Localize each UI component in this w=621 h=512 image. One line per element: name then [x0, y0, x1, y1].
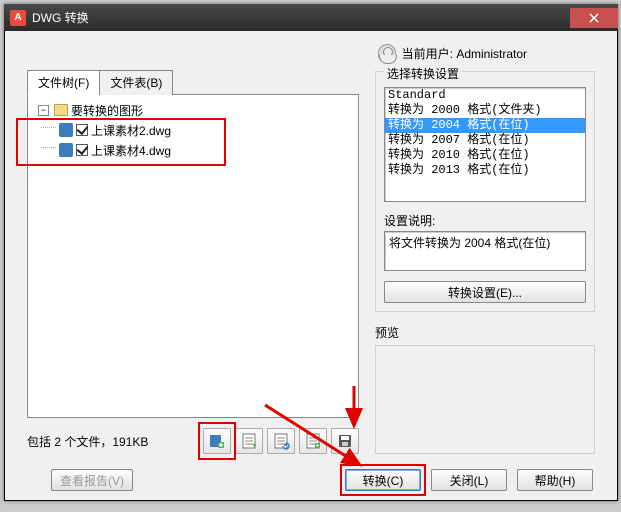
window-controls — [570, 8, 618, 28]
folder-icon — [54, 104, 68, 116]
current-user-label: 当前用户: Administrator — [402, 45, 527, 62]
close-button[interactable]: 关闭(L) — [431, 469, 507, 491]
right-pane: 选择转换设置 Standard 转换为 2000 格式(文件夹) 转换为 200… — [375, 69, 595, 454]
view-report-button[interactable]: 查看报告(V) — [51, 469, 133, 491]
status-text: 包括 2 个文件，191KB — [27, 433, 199, 454]
tree-root-row[interactable]: − 要转换的图形 — [31, 100, 355, 120]
tree-file-row[interactable]: 上课素材4.dwg — [31, 140, 355, 160]
dialog-body: 当前用户: Administrator 文件树(F) 文件表(B) − 要转换的… — [4, 31, 618, 501]
footer-buttons: 查看报告(V) 转换(C) 关闭(L) 帮助(H) — [5, 460, 617, 500]
list-item-selected[interactable]: 转换为 2004 格式(在位) — [385, 118, 585, 133]
tab-file-tree[interactable]: 文件树(F) — [27, 70, 100, 95]
content-area: 文件树(F) 文件表(B) − 要转换的图形 上课素材2.dwg — [5, 69, 617, 460]
list-item[interactable]: 转换为 2010 格式(在位) — [385, 148, 585, 163]
preview-area — [375, 345, 595, 454]
list-item[interactable]: Standard — [385, 88, 585, 103]
window-title: DWG 转换 — [32, 9, 570, 26]
description-label: 设置说明: — [384, 212, 586, 229]
tree-leader — [41, 127, 56, 128]
close-window-button[interactable] — [570, 8, 618, 28]
tab-file-table[interactable]: 文件表(B) — [99, 70, 173, 95]
tab-bar: 文件树(F) 文件表(B) — [27, 70, 359, 95]
titlebar[interactable]: A DWG 转换 — [4, 4, 618, 31]
tree-file-row[interactable]: 上课素材2.dwg — [31, 120, 355, 140]
settings-group: 选择转换设置 Standard 转换为 2000 格式(文件夹) 转换为 200… — [375, 71, 595, 312]
checkbox-checked-icon[interactable] — [76, 144, 88, 156]
tree-file-label: 上课素材4.dwg — [91, 142, 171, 159]
file-tree[interactable]: − 要转换的图形 上课素材2.dwg 上课素材4.dwg — [27, 94, 359, 418]
settings-listbox[interactable]: Standard 转换为 2000 格式(文件夹) 转换为 2004 格式(在位… — [384, 87, 586, 202]
list-item[interactable]: 转换为 2007 格式(在位) — [385, 133, 585, 148]
help-button[interactable]: 帮助(H) — [517, 469, 593, 491]
list-item[interactable]: 转换为 2013 格式(在位) — [385, 163, 585, 178]
dwg-convert-dialog: A DWG 转换 当前用户: Administrator 文件树(F) 文件表(… — [4, 4, 618, 501]
left-pane: 文件树(F) 文件表(B) − 要转换的图形 上课素材2.dwg — [27, 69, 359, 454]
tree-file-label: 上课素材2.dwg — [91, 122, 171, 139]
new-list-button[interactable] — [235, 428, 263, 454]
dwg-icon — [59, 143, 73, 157]
app-icon: A — [10, 10, 26, 26]
list-item[interactable]: 转换为 2000 格式(文件夹) — [385, 103, 585, 118]
collapse-icon[interactable]: − — [38, 105, 49, 116]
description-box: 将文件转换为 2004 格式(在位) — [384, 231, 586, 271]
add-file-button[interactable] — [203, 428, 231, 454]
tree-root-label: 要转换的图形 — [71, 102, 143, 119]
convert-settings-button[interactable]: 转换设置(E)... — [384, 281, 586, 303]
user-icon — [378, 44, 396, 62]
checkbox-checked-icon[interactable] — [76, 124, 88, 136]
dwg-icon — [59, 123, 73, 137]
open-list-button[interactable] — [267, 428, 295, 454]
settings-legend: 选择转换设置 — [384, 65, 462, 82]
tree-leader — [41, 147, 56, 148]
status-row: 包括 2 个文件，191KB — [27, 418, 359, 454]
preview-label: 预览 — [375, 324, 595, 341]
save-list-button[interactable] — [331, 428, 359, 454]
convert-button[interactable]: 转换(C) — [345, 469, 421, 491]
user-row: 当前用户: Administrator — [5, 37, 617, 69]
append-list-button[interactable] — [299, 428, 327, 454]
